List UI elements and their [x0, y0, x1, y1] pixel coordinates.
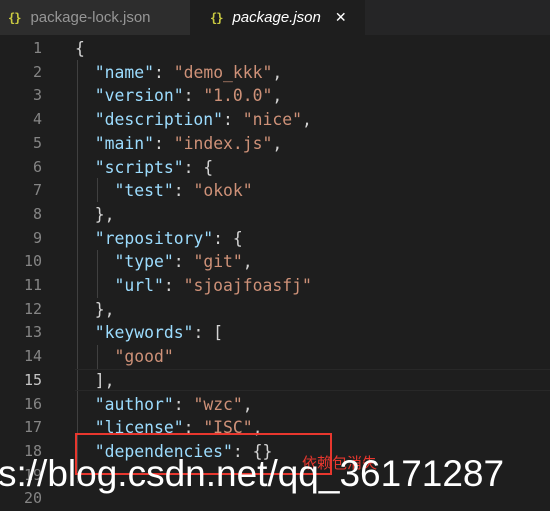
- tab-package-json[interactable]: {} package.json ✕: [190, 0, 365, 35]
- line-number: 4: [32, 110, 42, 129]
- code-line-5: "main": "index.js",: [94, 133, 283, 153]
- line-number: 8: [32, 204, 42, 223]
- json-braces-icon: {}: [8, 10, 21, 25]
- line-number: 16: [23, 394, 42, 413]
- line-number: 13: [23, 323, 42, 342]
- json-key: "type": [114, 252, 174, 272]
- json-key: "keywords": [94, 323, 194, 343]
- line-number: 1: [32, 39, 42, 57]
- code-line-7: "test": "okok": [114, 181, 253, 201]
- line-number: 3: [32, 86, 42, 105]
- json-string: "demo_kkk": [173, 62, 273, 82]
- code-line-9: "repository": {: [94, 228, 243, 248]
- tab-package-lock-json[interactable]: {} package-lock.json: [0, 0, 190, 35]
- code-line-1: {: [75, 37, 85, 61]
- line-number: 2: [32, 62, 42, 81]
- json-key: "description": [94, 110, 224, 130]
- watermark: s://blog.csdn.net/qq_36171287: [0, 453, 505, 494]
- tab-label: package-lock.json: [30, 9, 151, 26]
- line-number: 14: [23, 347, 42, 366]
- code-line-12: },: [94, 299, 115, 319]
- code-line-6: "scripts": {: [94, 157, 214, 177]
- tab-bar: {} package-lock.json {} package.json ✕: [0, 0, 550, 35]
- json-string: "nice": [242, 110, 303, 130]
- code-line-8: },: [94, 204, 115, 224]
- code-line-2: "name": "demo_kkk",: [94, 62, 283, 82]
- json-key: "author": [94, 394, 174, 414]
- line-number: 9: [32, 228, 42, 247]
- json-string: "1.0.0": [203, 86, 273, 106]
- json-string: "git": [193, 252, 243, 272]
- line-number: 17: [23, 418, 42, 437]
- json-key: "scripts": [94, 157, 184, 177]
- open-brace: {: [75, 39, 85, 58]
- json-key: "main": [94, 133, 154, 153]
- json-key: "name": [94, 62, 154, 82]
- line-number: 10: [23, 252, 42, 271]
- current-line-highlight: [75, 369, 550, 391]
- json-string: "index.js": [173, 133, 273, 153]
- code-line-11: "url": "sjoajfoasfj": [114, 276, 312, 295]
- line-number: 11: [23, 276, 42, 294]
- code-line-13: "keywords": [: [94, 323, 224, 343]
- json-string: "good": [114, 347, 174, 367]
- code-line-3: "version": "1.0.0",: [94, 86, 283, 106]
- json-string: "okok": [193, 181, 253, 201]
- close-tab-icon[interactable]: ✕: [335, 9, 347, 26]
- json-string: "wzc": [193, 394, 243, 414]
- code-line-10: "type": "git",: [114, 252, 253, 272]
- code-line-4: "description": "nice",: [94, 110, 312, 130]
- code-line-14: "good": [75, 345, 174, 369]
- json-key: "url": [114, 276, 164, 295]
- json-key: "test": [114, 181, 174, 201]
- line-number: 6: [32, 157, 42, 176]
- tab-label: package.json: [232, 9, 321, 26]
- line-number: 7: [32, 181, 42, 200]
- json-string: "sjoajfoasfj": [183, 276, 312, 295]
- line-number: 12: [23, 299, 42, 318]
- line-number: 5: [32, 133, 42, 152]
- json-key: "version": [94, 86, 184, 106]
- code-line-15: ],: [94, 370, 115, 390]
- json-key: "repository": [94, 228, 214, 248]
- code-line-16: "author": "wzc",: [94, 394, 253, 414]
- json-braces-icon: {}: [210, 10, 223, 25]
- line-number-current: 15: [23, 370, 42, 389]
